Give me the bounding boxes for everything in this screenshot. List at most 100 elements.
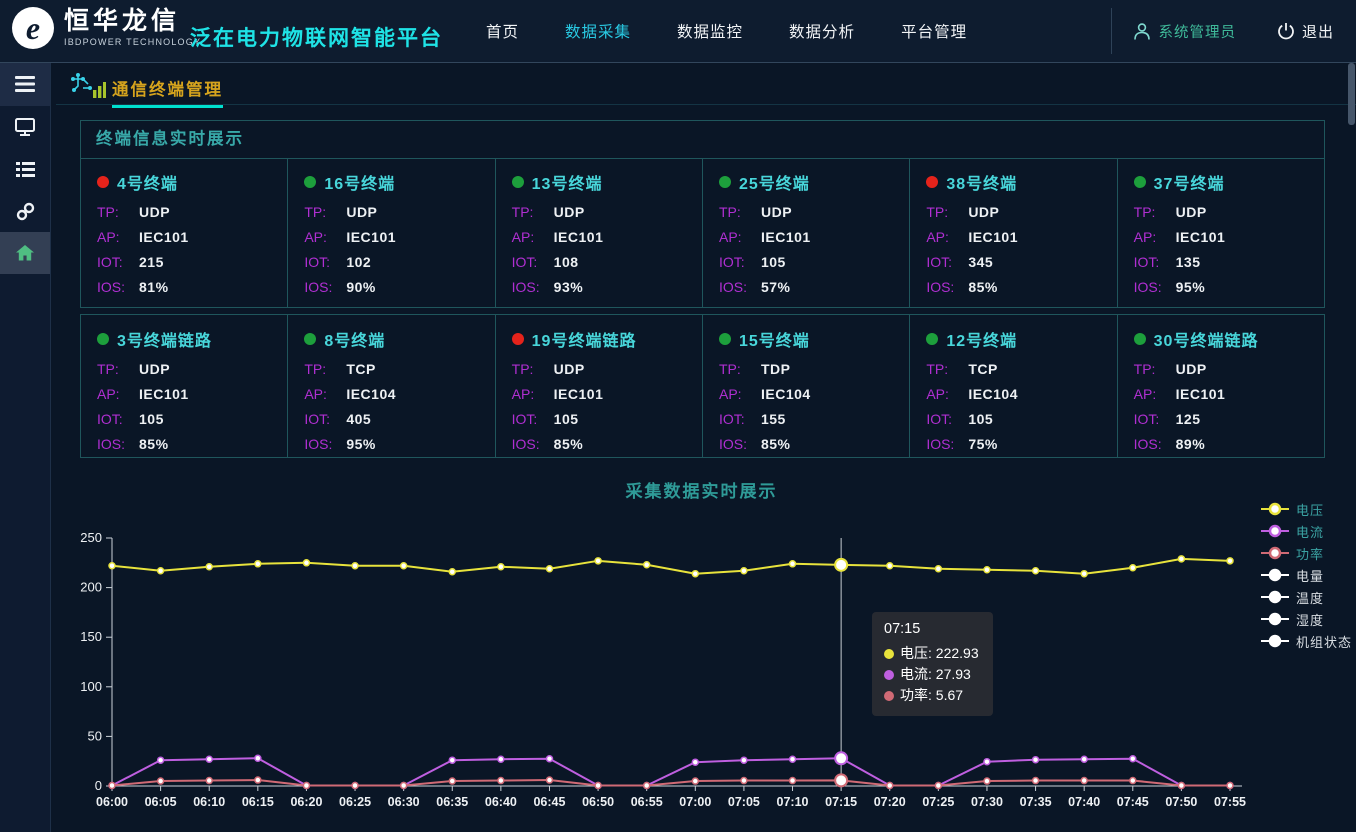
field-label: IOT: xyxy=(926,250,968,275)
terminal-field: IOT:105 xyxy=(926,407,1116,432)
scrollbar-thumb[interactable] xyxy=(1348,63,1355,125)
terminal-field: IOS:93% xyxy=(512,275,702,300)
terminal-card: 3号终端链路TP:UDPAP:IEC101IOT:105IOS:85% xyxy=(81,315,288,457)
terminal-field: IOT:135 xyxy=(1134,250,1324,275)
legend-item-电压[interactable]: 电压 xyxy=(1260,498,1352,520)
y-tick-label: 100 xyxy=(80,679,102,694)
data-chart: 05010015020025006:0006:0506:1006:1506:20… xyxy=(0,500,1250,832)
x-tick-label: 07:25 xyxy=(922,795,954,809)
terminal-field: IOS:81% xyxy=(97,275,287,300)
legend-item-温度[interactable]: 温度 xyxy=(1260,586,1352,608)
field-value: 89% xyxy=(1176,436,1206,452)
terminal-name: 3号终端链路 xyxy=(117,327,212,351)
logout-button[interactable]: 退出 xyxy=(1276,21,1334,42)
nav-item-数据分析[interactable]: 数据分析 xyxy=(789,20,855,42)
field-value: UDP xyxy=(554,361,585,377)
sidebar-item-link[interactable] xyxy=(0,190,50,232)
data-point xyxy=(984,759,990,765)
terminal-name: 4号终端 xyxy=(117,170,178,194)
field-label: IOT: xyxy=(512,250,554,275)
nav-item-数据监控[interactable]: 数据监控 xyxy=(677,20,743,42)
legend-item-电量[interactable]: 电量 xyxy=(1260,564,1352,586)
field-value: UDP xyxy=(761,204,792,220)
field-value: 135 xyxy=(1176,254,1201,270)
x-tick-label: 06:40 xyxy=(485,795,517,809)
field-value: IEC101 xyxy=(346,229,396,245)
data-point xyxy=(790,561,796,567)
field-label: TP: xyxy=(719,357,761,382)
status-dot-green xyxy=(926,333,938,345)
terminal-field: AP:IEC104 xyxy=(926,382,1116,407)
x-tick-label: 06:00 xyxy=(96,795,128,809)
data-point xyxy=(1227,558,1233,564)
nav-item-数据采集[interactable]: 数据采集 xyxy=(565,20,631,42)
legend-marker-icon xyxy=(1260,634,1290,648)
terminal-field: AP:IEC101 xyxy=(512,382,702,407)
terminal-field: IOT:105 xyxy=(512,407,702,432)
field-value: UDP xyxy=(968,204,999,220)
status-dot-green xyxy=(719,176,731,188)
field-label: TP: xyxy=(97,200,139,225)
legend-item-功率[interactable]: 功率 xyxy=(1260,542,1352,564)
data-point xyxy=(449,569,455,575)
field-value: IEC101 xyxy=(968,229,1018,245)
terminal-field: IOT:108 xyxy=(512,250,702,275)
terminal-name: 12号终端 xyxy=(946,327,1017,351)
field-value: IEC101 xyxy=(554,229,604,245)
x-tick-label: 06:05 xyxy=(145,795,177,809)
terminal-field: TP:UDP xyxy=(304,200,494,225)
field-label: TP: xyxy=(1134,357,1176,382)
x-tick-label: 06:35 xyxy=(436,795,468,809)
field-value: 215 xyxy=(139,254,164,270)
tooltip-row: 电压: 222.93 xyxy=(884,643,979,664)
data-point xyxy=(935,566,941,572)
sidebar-item-menu[interactable] xyxy=(0,62,50,106)
field-value: 102 xyxy=(346,254,371,270)
data-point xyxy=(984,567,990,573)
field-value: 105 xyxy=(139,411,164,427)
sidebar-item-monitor[interactable] xyxy=(0,106,50,148)
field-label: IOT: xyxy=(719,250,761,275)
terminal-name: 30号终端链路 xyxy=(1154,327,1259,351)
sidebar-item-list[interactable] xyxy=(0,148,50,190)
field-value: 155 xyxy=(761,411,786,427)
data-point xyxy=(498,756,504,762)
data-point xyxy=(109,783,115,789)
field-label: TP: xyxy=(304,200,346,225)
field-value: UDP xyxy=(1176,204,1207,220)
field-label: IOS: xyxy=(1134,432,1176,457)
data-point xyxy=(546,566,552,572)
x-tick-label: 07:30 xyxy=(971,795,1003,809)
app-root: e 恒华龙信 IBDPOWER TECHNOLOGY 泛在电力物联网智能平台 首… xyxy=(0,0,1356,832)
legend-marker-icon xyxy=(1260,612,1290,626)
legend-item-电流[interactable]: 电流 xyxy=(1260,520,1352,542)
sidebar-item-home[interactable] xyxy=(0,232,50,274)
user-menu[interactable]: 系统管理员 xyxy=(1132,21,1254,42)
legend-item-湿度[interactable]: 湿度 xyxy=(1260,608,1352,630)
terminal-name: 37号终端 xyxy=(1154,170,1225,194)
x-tick-label: 07:40 xyxy=(1068,795,1100,809)
nav-item-平台管理[interactable]: 平台管理 xyxy=(901,20,967,42)
data-point xyxy=(644,562,650,568)
status-dot-green xyxy=(304,333,316,345)
field-label: AP: xyxy=(97,382,139,407)
nav-item-首页[interactable]: 首页 xyxy=(486,20,519,42)
data-point xyxy=(887,783,893,789)
status-dot-green xyxy=(1134,333,1146,345)
field-value: TDP xyxy=(761,361,791,377)
field-label: IOT: xyxy=(1134,407,1176,432)
terminal-name: 38号终端 xyxy=(946,170,1017,194)
field-label: IOS: xyxy=(97,275,139,300)
status-dot-green xyxy=(304,176,316,188)
status-dot-green xyxy=(97,333,109,345)
field-value: IEC101 xyxy=(1176,229,1226,245)
terminal-name: 19号终端链路 xyxy=(532,327,637,351)
data-point xyxy=(109,563,115,569)
legend-item-机组状态[interactable]: 机组状态 xyxy=(1260,630,1352,652)
data-point xyxy=(692,778,698,784)
terminal-field: AP:IEC104 xyxy=(304,382,494,407)
data-point xyxy=(1178,556,1184,562)
x-tick-label: 07:50 xyxy=(1165,795,1197,809)
series-line xyxy=(112,780,1230,785)
field-label: IOS: xyxy=(512,432,554,457)
